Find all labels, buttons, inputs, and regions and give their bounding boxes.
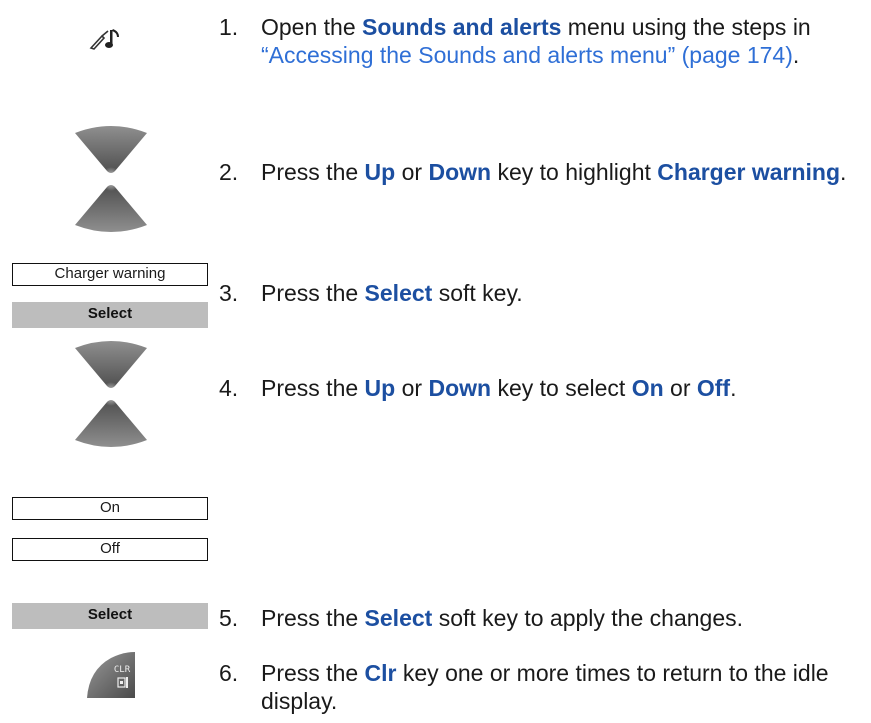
music-note-icon	[88, 26, 124, 52]
clr-key-label: CLR	[114, 665, 131, 675]
select-softkey[interactable]: Select	[12, 302, 208, 328]
step-number: 3.	[219, 280, 239, 306]
off-option: Off	[12, 538, 208, 561]
charger-warning-option: Charger warning	[12, 263, 208, 286]
menu-name: Sounds and alerts	[362, 14, 562, 40]
step-number: 6.	[219, 660, 239, 686]
up-down-navigation-key-icon	[73, 125, 149, 233]
step-text: Press the Clr key one or more times to r…	[261, 660, 829, 714]
step-text: Press the Up or Down key to highlight Ch…	[261, 159, 847, 185]
clear-key-icon: CLR	[85, 650, 137, 700]
up-down-navigation-key-icon	[73, 340, 149, 448]
on-option: On	[12, 497, 208, 520]
step-number: 5.	[219, 605, 239, 631]
step-text: Press the Up or Down key to select On or…	[261, 375, 737, 401]
step-number: 2.	[219, 159, 239, 185]
step-text: Press the Select soft key to apply the c…	[261, 605, 744, 631]
step-number: 4.	[219, 375, 239, 401]
cross-reference-link[interactable]: “Accessing the Sounds and alerts menu” (…	[261, 42, 793, 68]
step-number: 1.	[219, 14, 239, 40]
select-softkey[interactable]: Select	[12, 603, 208, 629]
step-text: Open the Sounds and alerts menu using th…	[261, 14, 811, 68]
step-text: Press the Select soft key.	[261, 280, 523, 306]
